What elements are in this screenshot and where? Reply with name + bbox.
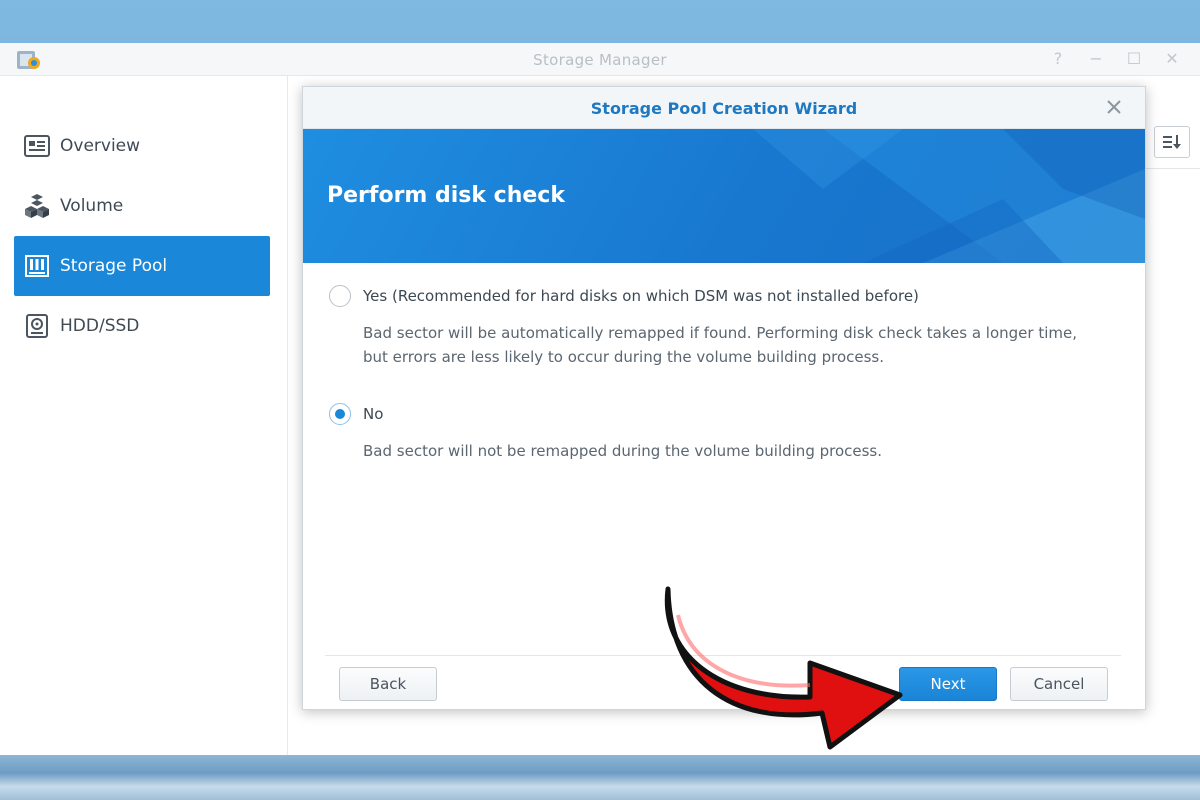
sidebar-item-label: HDD/SSD xyxy=(60,316,140,336)
maximize-icon[interactable]: ☐ xyxy=(1122,49,1146,69)
overview-icon xyxy=(24,133,50,159)
dialog-titlebar: Storage Pool Creation Wizard xyxy=(303,87,1145,129)
app-title: Storage Manager xyxy=(533,51,667,69)
radio-yes[interactable] xyxy=(329,285,351,307)
help-icon[interactable]: ? xyxy=(1046,49,1070,69)
wizard-banner: Perform disk check xyxy=(303,129,1145,263)
next-button[interactable]: Next xyxy=(899,667,997,701)
volume-icon xyxy=(24,193,50,219)
sort-icon xyxy=(1163,135,1181,149)
sidebar-item-label: Storage Pool xyxy=(60,256,168,276)
option-no-label: No xyxy=(363,405,384,423)
sidebar: Overview Volume Storage Pool HDD/SSD xyxy=(0,76,288,755)
sidebar-item-hdd-ssd[interactable]: HDD/SSD xyxy=(14,296,270,356)
minimize-icon[interactable]: − xyxy=(1084,49,1108,69)
sidebar-item-volume[interactable]: Volume xyxy=(14,176,270,236)
content-divider xyxy=(1146,168,1200,169)
app-titlebar: Storage Manager ? − ☐ ✕ xyxy=(0,43,1200,76)
cancel-button[interactable]: Cancel xyxy=(1010,667,1108,701)
wizard-step-title: Perform disk check xyxy=(327,183,565,208)
close-icon[interactable]: ✕ xyxy=(1160,49,1184,69)
sidebar-item-label: Volume xyxy=(60,196,124,216)
red-arrow-annotation xyxy=(664,586,903,750)
sidebar-item-overview[interactable]: Overview xyxy=(14,116,270,176)
desktop-background xyxy=(0,755,1200,800)
back-button[interactable]: Back xyxy=(339,667,437,701)
sidebar-item-storage-pool[interactable]: Storage Pool xyxy=(14,236,270,296)
dialog-close-icon[interactable] xyxy=(1103,96,1125,118)
sidebar-item-label: Overview xyxy=(60,136,141,156)
option-yes-description: Bad sector will be automatically remappe… xyxy=(363,324,1077,366)
radio-no[interactable] xyxy=(329,403,351,425)
option-no-description: Bad sector will not be remapped during t… xyxy=(363,442,883,460)
hdd-icon xyxy=(24,313,50,339)
sort-button[interactable] xyxy=(1154,126,1190,158)
option-yes-label: Yes (Recommended for hard disks on which… xyxy=(363,287,919,305)
dialog-title: Storage Pool Creation Wizard xyxy=(590,99,858,118)
storage-pool-icon xyxy=(24,253,50,279)
